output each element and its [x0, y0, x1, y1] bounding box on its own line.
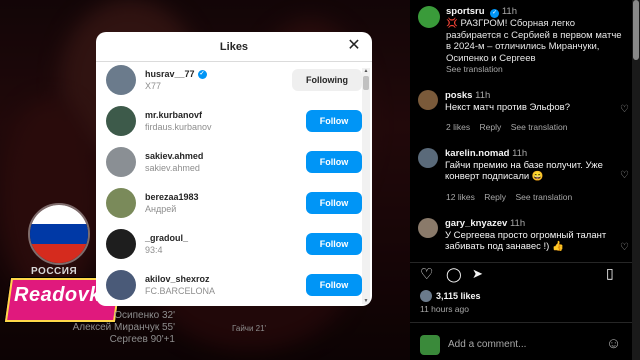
modal-scrollbar[interactable]: ▲ ▼: [362, 68, 370, 304]
follow-button[interactable]: Follow: [306, 274, 362, 296]
comment-icon[interactable]: ◯: [446, 266, 462, 283]
comment-avatar[interactable]: [418, 218, 438, 238]
author-time: 11h: [501, 6, 517, 17]
country-label: РОССИЯ: [31, 266, 78, 277]
comment-see-translation[interactable]: See translation: [511, 122, 568, 132]
comment-time: 11h: [512, 148, 528, 159]
liker-username[interactable]: akilov_shexroz: [145, 274, 306, 284]
liker-avatar[interactable]: [106, 106, 136, 136]
follow-button[interactable]: Follow: [306, 110, 362, 132]
liker-fullname: 93:4: [145, 245, 163, 255]
liker-username[interactable]: sakiev.ahmed: [145, 151, 306, 161]
liker-row: sakiev.ahmed sakiev.ahmed Follow: [106, 144, 362, 180]
liker-row: mr.kurbanovf firdaus.kurbanov Follow: [106, 103, 362, 139]
liker-fullname: Андрей: [145, 204, 177, 214]
scorers-list: Осипенко 32' Алексей Миранчук 55' Сергее…: [60, 310, 175, 346]
caption-see-translation[interactable]: See translation: [446, 64, 626, 76]
comment-meta: 2 likes Reply See translation: [446, 122, 567, 132]
liker-avatar[interactable]: [106, 229, 136, 259]
liker-username[interactable]: berezaa1983: [145, 192, 306, 202]
comment-avatar[interactable]: [418, 148, 438, 168]
sportsru-avatar[interactable]: [418, 6, 440, 28]
liker-username[interactable]: mr.kurbanovf: [145, 110, 306, 120]
caption-block: sportsru ✓ 11h 💢 РАЗГРОМ! Сборная легко …: [418, 6, 626, 76]
comment-time: 11h: [509, 218, 526, 229]
liker-username[interactable]: _gradoul_: [145, 233, 306, 243]
divider: [410, 322, 632, 323]
modal-scrollbar-thumb[interactable]: [363, 76, 369, 90]
bookmark-icon[interactable]: ▯: [606, 265, 614, 282]
scorer-2: Алексей Миранчук 55': [72, 322, 175, 333]
scroll-up-icon[interactable]: ▲: [362, 68, 370, 74]
verified-icon: ✓: [197, 69, 207, 79]
liker-fullname: X77: [145, 81, 162, 91]
liker-row: husrav__77 ✓ X77 Following: [106, 62, 362, 98]
liker-row: _gradoul_ 93:4 Follow: [106, 226, 362, 262]
comment-likes[interactable]: 2 likes: [446, 122, 470, 132]
scorer-1: Осипенко 32': [114, 310, 175, 321]
modal-title: Likes: [219, 41, 249, 53]
following-button[interactable]: Following: [292, 69, 362, 91]
app-badge-icon: [420, 335, 440, 355]
liker-fullname: FC.BARCELONA: [145, 286, 216, 296]
scorer-3: Сергеев 90'+1: [109, 334, 175, 345]
likes-list: husrav__77 ✓ X77 Following mr.kurbanovf f…: [96, 62, 362, 306]
liker-avatar: [420, 290, 432, 302]
flag-stripe-blue: [30, 224, 88, 244]
scrollbar-thumb[interactable]: [633, 0, 639, 60]
russia-flag-icon: [28, 203, 90, 265]
liker-fullname: sakiev.ahmed: [145, 163, 200, 173]
comment-text: Некст матч против Эльфов?: [445, 101, 570, 113]
verified-icon: ✓: [490, 9, 500, 18]
liker-avatar[interactable]: [106, 147, 136, 177]
modal-header: Likes ✕: [96, 32, 372, 62]
follow-button[interactable]: Follow: [306, 233, 362, 255]
comment-avatar[interactable]: [418, 90, 438, 110]
divider: [410, 262, 632, 263]
liker-avatar[interactable]: [106, 188, 136, 218]
liker-row: akilov_shexroz FC.BARCELONA Follow: [106, 267, 362, 303]
comment-meta: 12 likes Reply See translation: [446, 192, 572, 202]
sidebar-scrollbar[interactable]: [632, 0, 640, 360]
post-time-ago: 11 hours ago: [420, 304, 469, 314]
comment-item: gary_knyazev 11h У Сергеева просто огром…: [418, 218, 615, 253]
follow-button[interactable]: Follow: [306, 192, 362, 214]
liker-fullname: firdaus.kurbanov: [145, 122, 212, 132]
post-sidebar: sportsru ✓ 11h 💢 РАЗГРОМ! Сборная легко …: [410, 0, 640, 360]
opponent-scorer: Гайчи 21': [232, 324, 267, 333]
comment-username[interactable]: karelin.nomad: [445, 148, 509, 159]
comment-likes[interactable]: 12 likes: [446, 192, 475, 202]
comment-item: posks 11h Некст матч против Эльфов?: [418, 90, 615, 113]
author-username[interactable]: sportsru: [446, 6, 485, 17]
share-icon[interactable]: ➤: [472, 266, 483, 282]
comment-heart-icon[interactable]: ♡: [620, 242, 630, 253]
comment-username[interactable]: gary_knyazev: [445, 218, 507, 229]
comment-heart-icon[interactable]: ♡: [620, 104, 630, 115]
liker-avatar[interactable]: [106, 270, 136, 300]
likes-summary[interactable]: 3,115 likes: [420, 290, 481, 302]
close-icon[interactable]: ✕: [346, 38, 362, 54]
comment-text: У Сергеева просто огромный талант забива…: [445, 229, 607, 253]
follow-button[interactable]: Follow: [306, 151, 362, 173]
emoji-icon[interactable]: ☺: [606, 335, 621, 352]
comment-reply[interactable]: Reply: [484, 192, 506, 202]
like-heart-icon[interactable]: ♡: [420, 265, 433, 283]
liker-row: berezaa1983 Андрей Follow: [106, 185, 362, 221]
comment-text: Гайчи премию на базе получит. Уже конвер…: [445, 159, 603, 183]
comment-item: karelin.nomad 11h Гайчи премию на базе п…: [418, 148, 615, 183]
caption-text: 💢 РАЗГРОМ! Сборная легко разбирается с С…: [446, 18, 622, 64]
liker-username[interactable]: husrav__77: [145, 69, 195, 79]
comment-heart-icon[interactable]: ♡: [620, 170, 630, 181]
comment-reply[interactable]: Reply: [480, 122, 502, 132]
scroll-down-icon[interactable]: ▼: [362, 298, 370, 304]
likes-modal: Likes ✕ husrav__77 ✓ X77 Following mr.kur…: [96, 32, 372, 306]
add-comment-input[interactable]: Add a comment...: [448, 339, 526, 350]
comment-time: 11h: [475, 90, 491, 101]
comment-see-translation[interactable]: See translation: [515, 192, 572, 202]
liker-avatar[interactable]: [106, 65, 136, 95]
likes-count[interactable]: 3,115 likes: [436, 291, 481, 301]
comment-username[interactable]: posks: [445, 90, 472, 101]
